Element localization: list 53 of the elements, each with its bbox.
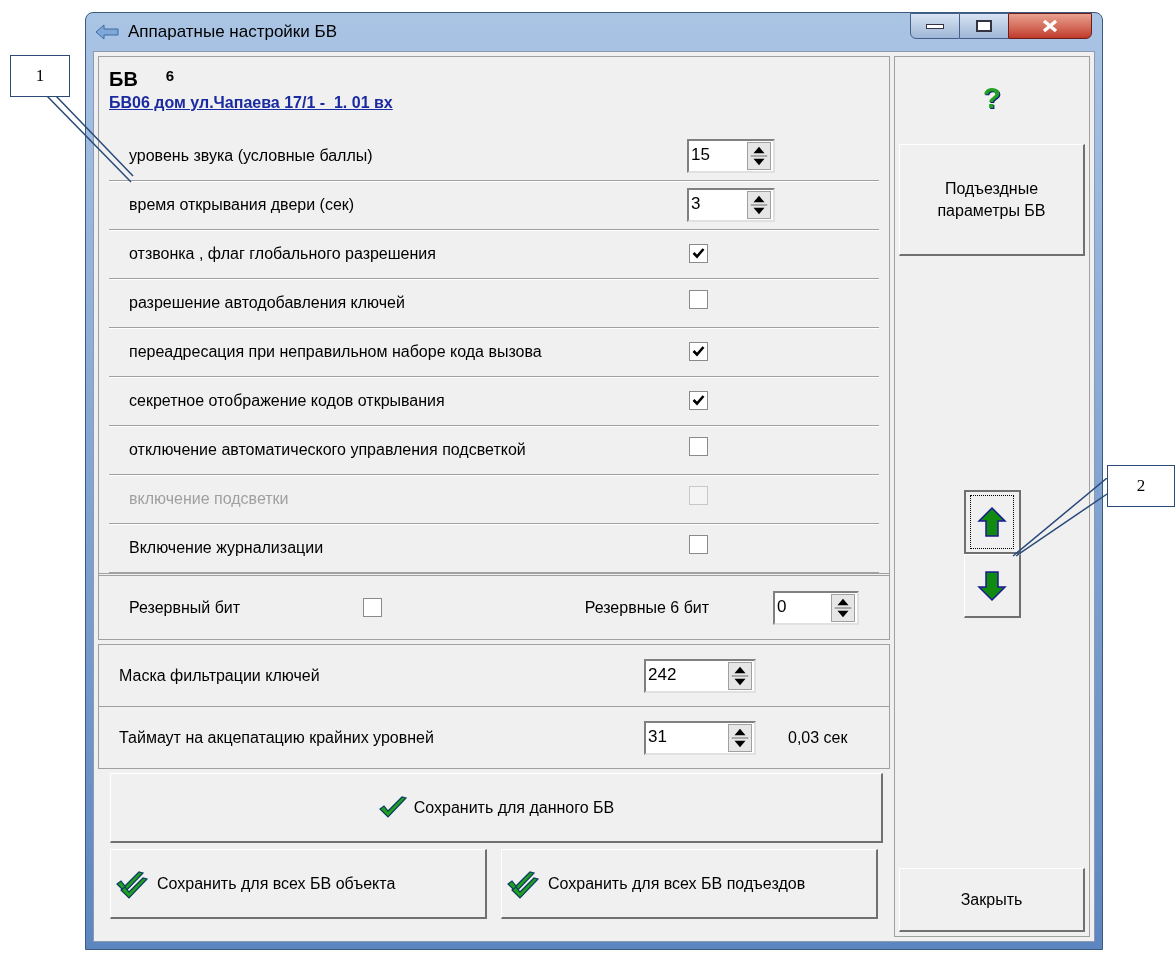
timeout-label: Таймаут на акцепатацию крайних уровней [119,727,435,748]
spin-field[interactable]: 15 [687,139,775,173]
close-dialog-button[interactable]: Закрыть [899,868,1085,932]
spin-field[interactable]: 3 [687,188,775,222]
timeout-reading: 0,03 сек [788,727,848,748]
spin-field[interactable]: 31 [644,720,756,755]
up-arrow-icon [977,506,1007,538]
spin-arrows-icon[interactable] [747,191,771,219]
spin-field[interactable]: 0 [773,590,859,625]
checkbox[interactable] [689,535,708,554]
close-icon [1041,19,1059,33]
checkbox[interactable] [362,598,382,617]
close-button[interactable] [1008,13,1092,39]
spin-arrows-icon[interactable] [728,661,752,690]
minimize-button[interactable] [910,13,960,39]
checkbox[interactable] [689,341,708,361]
move-down-button[interactable] [963,554,1021,618]
spin-arrows-icon[interactable] [728,723,752,752]
callout-label: 2 [1107,465,1175,507]
minimize-icon [926,23,944,29]
setting-label: секретное отображение кодов открывания [128,391,446,411]
key-mask-label: Маска фильтрации ключей [119,665,321,686]
unit-link[interactable]: БВ06 дом ул.Чапаева 17/1 - 1. 01 вх [109,91,879,115]
callout-label: 1 [10,55,70,97]
maximize-button[interactable] [960,13,1008,39]
setting-label: время открывания двери (сек) [128,195,356,215]
setting-label: Включение журнализации [128,538,325,558]
setting-label: уровень звука (условные баллы) [128,146,374,166]
save-button[interactable]: Сохранить для данного БВ [110,773,883,843]
checkbox[interactable] [689,290,708,309]
setting-label: разрешение автодобавления ключей [128,293,406,313]
setting-label: переадресация при неправильном наборе кода вызова [128,342,543,362]
setting-label: отзвонка , флаг глобального разрешения [128,244,437,264]
spin-arrows-icon[interactable] [831,593,855,622]
move-up-button[interactable] [963,490,1021,554]
arrows-icon [94,22,120,42]
unit-label: БВ [109,69,138,89]
save-button[interactable]: Сохранить для всех БВ подъездов [501,849,878,919]
unit-number: 6 [165,66,175,86]
setting-label: отключение автоматического управления подсветкой [128,440,527,460]
checkbox[interactable] [689,437,708,456]
entrance-params-button[interactable]: Подъездные параметры БВ [899,144,1085,256]
window-title: Аппаратные настройки БВ [128,21,337,44]
reserve-bit-label: Резервный бит [129,597,242,618]
spin-field[interactable]: 242 [644,658,756,693]
setting-label: включение подсветки [128,489,290,509]
checkbox[interactable] [689,390,708,410]
down-arrow-icon [976,569,1007,602]
checkbox[interactable] [689,243,708,263]
save-button[interactable]: Сохранить для всех БВ объекта [110,849,487,919]
spin-arrows-icon[interactable] [747,142,771,170]
reserve-6bits-label: Резервные 6 бит [584,597,711,618]
maximize-icon [976,20,992,32]
